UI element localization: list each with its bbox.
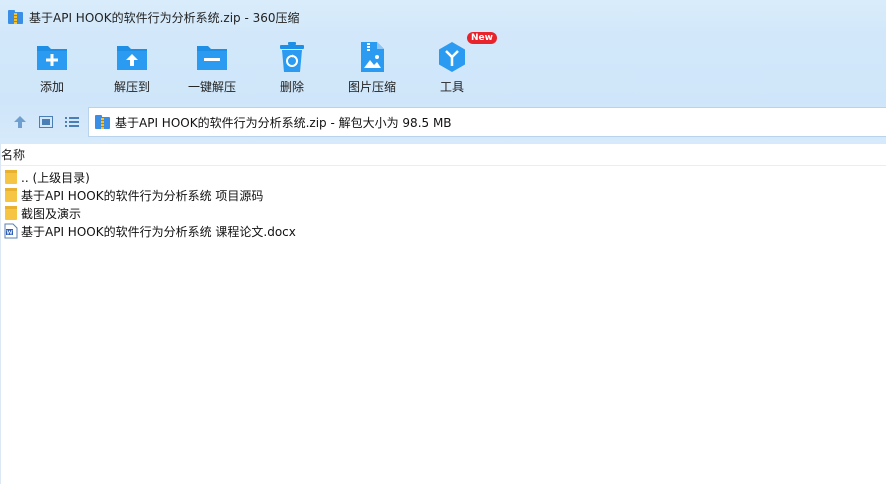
arrow-up-icon	[13, 115, 27, 132]
window-title: 基于API HOOK的软件行为分析系统.zip - 360压缩	[29, 10, 300, 25]
tools-label: 工具	[439, 80, 464, 94]
thumbnail-view-button[interactable]	[33, 110, 59, 136]
extract-to-label: 解压到	[113, 80, 150, 94]
word-doc-icon	[4, 223, 18, 239]
main-toolbar: 添加 解压到 一键解压 删除 图片压缩 New 工具	[0, 32, 886, 102]
address-bar[interactable]: 基于API HOOK的软件行为分析系统.zip - 解包大小为 98.5 MB	[88, 107, 886, 137]
list-item-screenshots-folder[interactable]: 截图及演示	[0, 204, 886, 222]
file-name: 基于API HOOK的软件行为分析系统 课程论文.docx	[21, 224, 296, 239]
one-click-extract-button[interactable]: 一键解压	[172, 34, 252, 102]
add-button[interactable]: 添加	[12, 34, 92, 102]
archive-path-text: 基于API HOOK的软件行为分析系统.zip - 解包大小为 98.5 MB	[115, 115, 452, 130]
list-view-button[interactable]	[59, 110, 85, 136]
delete-button[interactable]: 删除	[252, 34, 332, 102]
folder-icon	[4, 169, 18, 185]
list-item-parent-directory[interactable]: .. (上级目录)	[0, 168, 886, 186]
file-name: .. (上级目录)	[21, 170, 90, 185]
thumbnail-view-icon	[39, 115, 53, 131]
up-level-button[interactable]	[7, 110, 33, 136]
name-column-label: 名称	[1, 148, 26, 162]
extract-to-icon	[114, 39, 150, 75]
list-item-thesis-docx[interactable]: 基于API HOOK的软件行为分析系统 课程论文.docx	[0, 222, 886, 240]
one-click-extract-icon	[194, 39, 230, 75]
tools-button[interactable]: New 工具	[412, 32, 497, 102]
image-compress-icon	[354, 39, 390, 75]
file-list: .. (上级目录) 基于API HOOK的软件行为分析系统 项目源码 截图及演示…	[0, 168, 886, 240]
image-compress-label: 图片压缩	[347, 80, 396, 94]
title-bar: 基于API HOOK的软件行为分析系统.zip - 360压缩	[0, 0, 886, 34]
zip-archive-icon	[94, 114, 111, 130]
name-column-header[interactable]: 名称	[0, 144, 886, 166]
file-name: 基于API HOOK的软件行为分析系统 项目源码	[21, 188, 264, 203]
folder-icon	[4, 205, 18, 221]
new-badge: New	[467, 32, 497, 44]
tools-icon	[434, 39, 470, 75]
one-click-extract-label: 一键解压	[187, 80, 236, 94]
recycle-bin-icon	[274, 39, 310, 75]
navigation-bar: 基于API HOOK的软件行为分析系统.zip - 解包大小为 98.5 MB	[0, 102, 886, 144]
delete-label: 删除	[279, 80, 304, 94]
list-item-source-folder[interactable]: 基于API HOOK的软件行为分析系统 项目源码	[0, 186, 886, 204]
extract-to-button[interactable]: 解压到	[92, 34, 172, 102]
folder-icon	[4, 187, 18, 203]
add-folder-icon	[34, 39, 70, 75]
list-view-icon	[65, 116, 79, 131]
add-button-label: 添加	[39, 80, 64, 94]
file-name: 截图及演示	[21, 206, 82, 221]
zip-archive-icon	[7, 9, 24, 25]
image-compress-button[interactable]: 图片压缩	[332, 34, 412, 102]
